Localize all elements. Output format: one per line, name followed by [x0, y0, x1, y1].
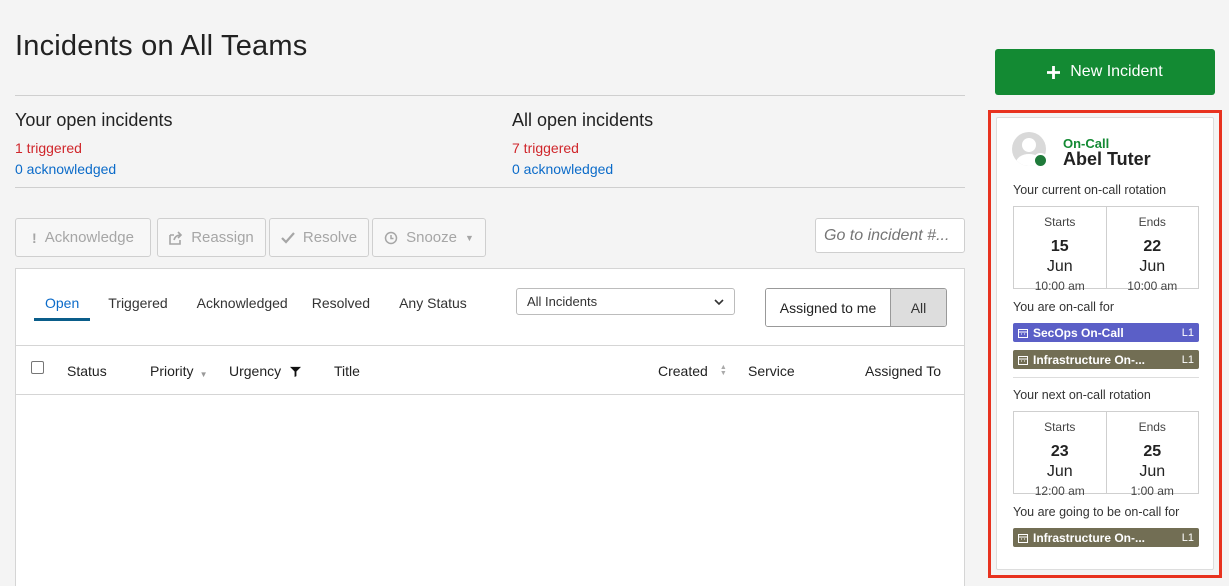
all-triggered-link[interactable]: 7 triggered [512, 140, 653, 156]
checkmark-icon [281, 231, 295, 244]
assigned-all-button[interactable]: All [891, 289, 946, 326]
your-open-incidents-label: Your open incidents [15, 110, 173, 130]
resolve-button[interactable]: Resolve [269, 218, 369, 257]
snooze-button[interactable]: Snooze ▼ [372, 218, 486, 257]
column-status[interactable]: Status [67, 363, 107, 379]
sort-icon: ▲ ▼ [719, 364, 727, 377]
share-icon [169, 230, 183, 245]
incident-filter-value: All Incidents [527, 294, 598, 309]
all-open-incidents: All open incidents 7 triggered 0 acknowl… [512, 110, 653, 177]
new-incident-button-label: New Incident [1070, 63, 1163, 80]
plus-icon [1047, 65, 1061, 79]
column-created-label: Created [658, 363, 708, 379]
column-status-label: Status [67, 363, 107, 379]
column-urgency-label: Urgency [229, 363, 282, 379]
snooze-button-label: Snooze [406, 229, 457, 246]
incident-filter-select[interactable]: All Incidents [516, 288, 735, 315]
resolve-button-label: Resolve [302, 229, 358, 246]
acknowledge-button[interactable]: ! Acknowledge [15, 218, 151, 257]
tab-any-status[interactable]: Any Status [388, 295, 478, 321]
incidents-panel: Open Triggered Acknowledged Resolved Any… [15, 268, 965, 586]
select-all-checkbox[interactable] [31, 361, 44, 374]
assignment-toggle: Assigned to me All [765, 288, 947, 327]
status-tabs: Open Triggered Acknowledged Resolved Any… [34, 295, 478, 321]
your-acknowledged-link[interactable]: 0 acknowledged [15, 161, 172, 177]
column-priority[interactable]: Priority ▼ [150, 363, 207, 379]
clock-icon [384, 231, 398, 244]
your-open-incidents: Your open incidents 1 triggered 0 acknow… [15, 110, 172, 177]
title-divider [15, 95, 965, 96]
chevron-down-icon [714, 298, 724, 305]
your-triggered-link[interactable]: 1 triggered [15, 140, 172, 156]
new-incident-button[interactable]: New Incident [995, 49, 1215, 95]
table-header: Status Priority ▼ Urgency Title Created ▲ ▼… [16, 345, 964, 395]
column-title[interactable]: Title [334, 363, 360, 379]
highlight-box [988, 110, 1222, 578]
column-service-label: Service [748, 363, 795, 379]
column-created[interactable]: Created ▲ ▼ [658, 363, 727, 379]
go-to-incident-input[interactable] [815, 218, 965, 253]
reassign-button-label: Reassign [191, 229, 254, 246]
column-assigned-to[interactable]: Assigned To [865, 363, 941, 379]
column-service[interactable]: Service [748, 363, 795, 379]
all-acknowledged-link[interactable]: 0 acknowledged [512, 161, 653, 177]
tab-resolved[interactable]: Resolved [301, 295, 381, 321]
caret-down-icon: ▼ [464, 232, 474, 243]
sort-down-icon: ▼ [199, 369, 208, 379]
column-priority-label: Priority [150, 363, 194, 379]
assigned-to-me-button[interactable]: Assigned to me [766, 289, 891, 326]
column-assigned-to-label: Assigned To [865, 363, 942, 379]
acknowledge-button-label: Acknowledge [44, 229, 134, 246]
filter-icon [290, 366, 302, 377]
tab-open[interactable]: Open [34, 295, 91, 321]
tab-acknowledged[interactable]: Acknowledged [186, 295, 299, 321]
column-urgency[interactable]: Urgency [229, 363, 302, 379]
all-open-incidents-label: All open incidents [512, 110, 654, 130]
tab-triggered[interactable]: Triggered [97, 295, 178, 321]
column-title-label: Title [334, 363, 360, 379]
reassign-button[interactable]: Reassign [157, 218, 266, 257]
summary-divider [15, 187, 965, 188]
page-title: Incidents on All Teams [15, 30, 308, 62]
exclamation-icon: ! [32, 229, 37, 246]
